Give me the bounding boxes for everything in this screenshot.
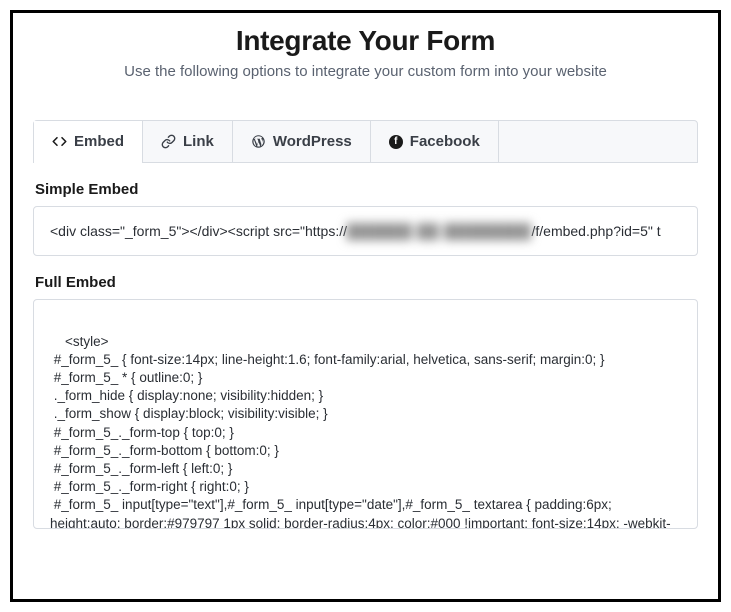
- integration-panel: Integrate Your Form Use the following op…: [10, 10, 721, 602]
- code-icon: [52, 134, 67, 149]
- resize-handle-icon[interactable]: [681, 512, 693, 524]
- tab-label: Embed: [74, 133, 124, 150]
- tab-label: WordPress: [273, 133, 352, 150]
- facebook-icon: f: [389, 135, 403, 149]
- tabs-bar: Embed Link WordPress f Facebook: [33, 120, 698, 163]
- full-embed-label: Full Embed: [35, 274, 698, 291]
- full-embed-code[interactable]: <style> #_form_5_ { font-size:14px; line…: [33, 299, 698, 529]
- link-icon: [161, 134, 176, 149]
- tab-facebook[interactable]: f Facebook: [371, 121, 499, 162]
- tab-label: Link: [183, 133, 214, 150]
- code-text: <style> #_form_5_ { font-size:14px; line…: [50, 334, 671, 530]
- code-text-prefix: <div class="_form_5"></div><script src="…: [50, 221, 347, 241]
- redacted-domain: ██████ ██ ████████: [347, 221, 531, 241]
- simple-embed-label: Simple Embed: [35, 181, 698, 198]
- simple-embed-code[interactable]: <div class="_form_5"></div><script src="…: [33, 206, 698, 256]
- page-title: Integrate Your Form: [33, 25, 698, 57]
- tab-wordpress[interactable]: WordPress: [233, 121, 371, 162]
- tab-embed[interactable]: Embed: [34, 121, 143, 162]
- tab-label: Facebook: [410, 133, 480, 150]
- wordpress-icon: [251, 134, 266, 149]
- code-text-suffix: /f/embed.php?id=5" t: [531, 221, 660, 241]
- page-subtitle: Use the following options to integrate y…: [33, 63, 698, 80]
- tab-link[interactable]: Link: [143, 121, 233, 162]
